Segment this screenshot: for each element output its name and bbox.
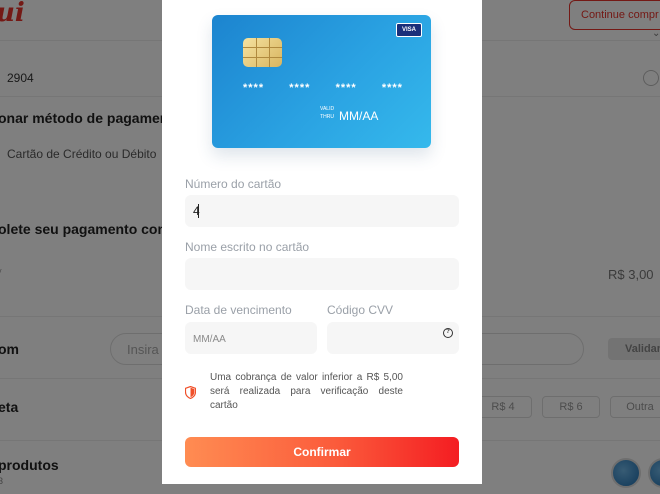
credit-card-preview: VISA **** **** **** **** VALID THRU MM/A… — [212, 15, 431, 148]
help-icon[interactable]: ? — [443, 328, 453, 338]
cvv-label: Código CVV — [327, 303, 394, 317]
card-number-group: **** — [243, 82, 265, 94]
card-payment-modal: VISA **** **** **** **** VALID THRU MM/A… — [162, 0, 482, 484]
card-name-input[interactable] — [185, 258, 459, 290]
shield-icon — [185, 386, 196, 399]
expiry-label: Data de vencimento — [185, 303, 292, 317]
verification-notice: Uma cobrança de valor inferior a R$ 5,00… — [210, 372, 403, 411]
expiry-input[interactable] — [185, 322, 317, 354]
cvv-input[interactable] — [327, 322, 459, 354]
card-brand-logo: VISA — [396, 23, 422, 37]
valid-label: VALID — [320, 106, 335, 112]
thru-label: THRU — [320, 114, 334, 120]
card-name-label: Nome escrito no cartão — [185, 240, 310, 254]
card-chip-icon — [243, 38, 282, 67]
card-number-input[interactable] — [185, 195, 459, 227]
card-number-group: **** — [381, 82, 403, 94]
card-number-label: Número do cartão — [185, 177, 282, 191]
valid-thru-label: VALID THRU — [320, 105, 334, 121]
card-expiry-display: MM/AA — [339, 109, 379, 123]
text-cursor — [198, 204, 199, 218]
card-number-display: **** **** **** **** — [243, 82, 403, 94]
card-number-group: **** — [289, 82, 311, 94]
card-number-group: **** — [335, 82, 357, 94]
confirm-button[interactable]: Confirmar — [185, 437, 459, 467]
